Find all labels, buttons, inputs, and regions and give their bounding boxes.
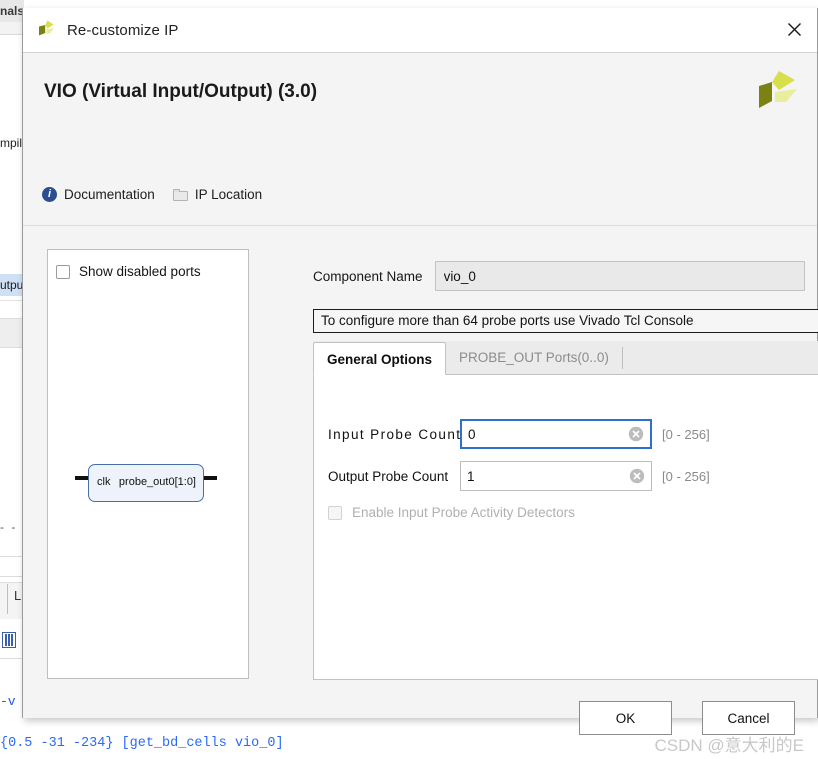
clear-icon[interactable] [629, 468, 645, 484]
component-name-label: Component Name [313, 268, 423, 284]
port-label-probe-out0: probe_out0[1:0] [118, 476, 196, 488]
background-toolbar-strip [0, 22, 24, 35]
background-dashes: - - [0, 520, 18, 534]
xilinx-logo [751, 67, 803, 119]
background-tab-signals-label: nals [0, 4, 24, 18]
clear-icon[interactable] [628, 426, 644, 442]
input-probe-count-range: [0 - 256] [662, 426, 710, 442]
info-icon: i [42, 187, 57, 202]
output-probe-count-label: Output Probe Count [328, 468, 449, 484]
documentation-link-label: Documentation [64, 187, 155, 202]
component-name-row: Component Name [313, 261, 805, 291]
background-output-row[interactable]: utpu [0, 274, 23, 296]
input-port-stub [75, 476, 89, 480]
header-divider [23, 225, 817, 226]
dialog-footer: OK Cancel [579, 701, 795, 735]
background-cell-divider [7, 584, 8, 614]
page-title: VIO (Virtual Input/Output) (3.0) [44, 81, 318, 102]
port-label-clk: clk [97, 476, 111, 488]
input-probe-count-input[interactable] [462, 421, 630, 447]
ip-symbol-block: clk probe_out0[1:0] [88, 464, 204, 502]
checkbox-box [328, 505, 342, 520]
component-name-input[interactable] [434, 261, 805, 291]
dialog-title: Re-customize IP [67, 21, 179, 39]
output-probe-count-field[interactable] [460, 461, 652, 491]
show-disabled-ports-label: Show disabled ports [79, 264, 201, 279]
enable-activity-detectors-label: Enable Input Probe Activity Detectors [352, 505, 575, 520]
enable-activity-detectors-checkbox: Enable Input Probe Activity Detectors [328, 505, 575, 520]
tcl-console-output: {0.5 -31 -234} [get_bd_cells vio_0] [0, 736, 284, 751]
xilinx-logo-icon [35, 19, 57, 41]
dialog-body: VIO (Virtual Input/Output) (3.0) i Docum… [23, 53, 818, 735]
input-probe-count-row: Input Probe Count [0 - 256] [328, 419, 710, 449]
ip-symbol-preview-panel: Show disabled ports clk probe_out0[1:0] [47, 249, 249, 679]
tab-divider [621, 347, 623, 369]
output-probe-count-range: [0 - 256] [662, 468, 710, 484]
close-icon[interactable] [771, 8, 817, 51]
background-cell-label: L [14, 588, 22, 603]
checkbox-box [56, 264, 70, 279]
input-probe-count-label: Input Probe Count [328, 426, 462, 442]
background-tcl-partial: -v [0, 694, 16, 709]
output-probe-count-row: Output Probe Count [0 - 256] [328, 461, 710, 491]
background-divider-d [0, 576, 23, 577]
documentation-link[interactable]: i Documentation [42, 187, 155, 202]
ok-button[interactable]: OK [579, 701, 672, 735]
input-probe-count-field[interactable] [460, 419, 652, 449]
ip-symbol-wrapper: clk probe_out0[1:0] [48, 458, 248, 508]
tabstrip: General Options PROBE_OUT Ports(0..0) [313, 341, 818, 375]
ip-location-link[interactable]: IP Location [172, 187, 263, 202]
tab-probe-out-ports-label: PROBE_OUT Ports(0..0) [459, 350, 609, 365]
output-probe-count-input[interactable] [461, 462, 629, 490]
cancel-button[interactable]: Cancel [702, 701, 795, 735]
background-row-block [0, 318, 23, 348]
background-divider-c [0, 556, 23, 557]
background-divider-e [0, 658, 23, 659]
dialog-links: i Documentation IP Location [42, 187, 262, 202]
background-tab-signals[interactable]: nals [0, 0, 24, 23]
tabpanel-general-options: Input Probe Count [0 - 256] [313, 375, 818, 680]
ip-location-link-label: IP Location [194, 187, 263, 202]
background-output-row-label: utpu [0, 278, 23, 292]
show-disabled-ports-checkbox[interactable]: Show disabled ports [56, 264, 201, 279]
options-tabs: General Options PROBE_OUT Ports(0..0) In… [313, 341, 818, 680]
dialog-titlebar: Re-customize IP [23, 8, 817, 53]
folder-icon [172, 188, 188, 201]
tcl-console-banner: To configure more than 64 probe ports us… [313, 309, 818, 333]
background-compile-text: mpil [0, 136, 23, 150]
tab-general-options[interactable]: General Options [313, 342, 447, 375]
background-divider-a [0, 300, 23, 301]
grid-icon[interactable] [2, 632, 16, 648]
tab-probe-out-ports[interactable]: PROBE_OUT Ports(0..0) [446, 341, 622, 374]
tab-general-options-label: General Options [327, 352, 433, 367]
output-port-stub [203, 476, 217, 480]
re-customize-ip-dialog: Re-customize IP VIO (Virtual Input/Outpu… [22, 8, 818, 735]
